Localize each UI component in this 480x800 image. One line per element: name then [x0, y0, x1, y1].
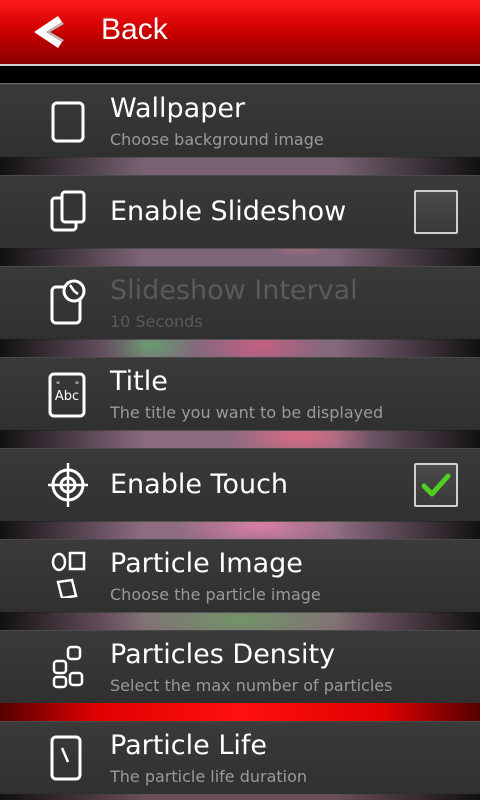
- setting-title: Wallpaper: [110, 93, 246, 124]
- setting-subtitle: The title you want to be displayed: [110, 403, 384, 422]
- slideshow-checkbox[interactable]: [414, 190, 458, 234]
- back-arrow-icon[interactable]: [32, 14, 66, 50]
- divider: [0, 248, 480, 266]
- setting-title: Title: [110, 366, 168, 397]
- setting-title: Particle Life: [110, 730, 268, 761]
- setting-slideshow-interval: Slideshow Interval 10 Seconds: [0, 266, 480, 340]
- setting-subtitle: Select the max number of particles: [110, 676, 393, 695]
- divider: [0, 612, 480, 630]
- setting-subtitle: The particle life duration: [110, 767, 308, 786]
- touch-checkbox[interactable]: [414, 463, 458, 507]
- divider: [0, 703, 480, 721]
- svg-text:": ": [56, 381, 60, 391]
- particle-image-icon: [46, 550, 90, 600]
- checkmark-icon: [421, 473, 451, 497]
- setting-subtitle: Choose the particle image: [110, 585, 321, 604]
- wallpaper-icon: [46, 97, 90, 145]
- setting-title: Slideshow Interval: [110, 275, 358, 306]
- setting-subtitle: 10 Seconds: [110, 312, 203, 331]
- divider: [0, 339, 480, 357]
- divider: [0, 157, 480, 175]
- divider: [0, 521, 480, 539]
- setting-title: Enable Touch: [110, 469, 289, 500]
- header-bar: Back: [0, 0, 480, 64]
- setting-subtitle: Choose background image: [110, 130, 324, 149]
- setting-title: Particle Image: [110, 548, 303, 579]
- svg-text:Abc: Abc: [55, 389, 79, 404]
- particle-life-icon: [46, 734, 90, 782]
- setting-particle-image[interactable]: Particle Image Choose the particle image: [0, 539, 480, 613]
- setting-wallpaper[interactable]: Wallpaper Choose background image: [0, 84, 480, 158]
- touch-target-icon: [46, 461, 90, 509]
- divider: [0, 64, 480, 84]
- interval-icon: [46, 279, 90, 327]
- setting-enable-slideshow[interactable]: Enable Slideshow: [0, 175, 480, 249]
- setting-title: Particles Density: [110, 639, 336, 670]
- back-button[interactable]: Back: [101, 13, 168, 47]
- particles-density-icon: [46, 643, 90, 691]
- setting-enable-touch[interactable]: Enable Touch: [0, 448, 480, 522]
- svg-text:": ": [75, 381, 79, 391]
- divider: [0, 794, 480, 800]
- divider: [0, 430, 480, 448]
- text-abc-icon: Abc " ": [46, 370, 90, 418]
- slideshow-icon: [46, 188, 90, 236]
- setting-particle-life[interactable]: Particle Life The particle life duration: [0, 721, 480, 795]
- setting-title-text[interactable]: Abc " " Title The title you want to be d…: [0, 357, 480, 431]
- setting-title: Enable Slideshow: [110, 196, 347, 227]
- setting-particles-density[interactable]: Particles Density Select the max number …: [0, 630, 480, 704]
